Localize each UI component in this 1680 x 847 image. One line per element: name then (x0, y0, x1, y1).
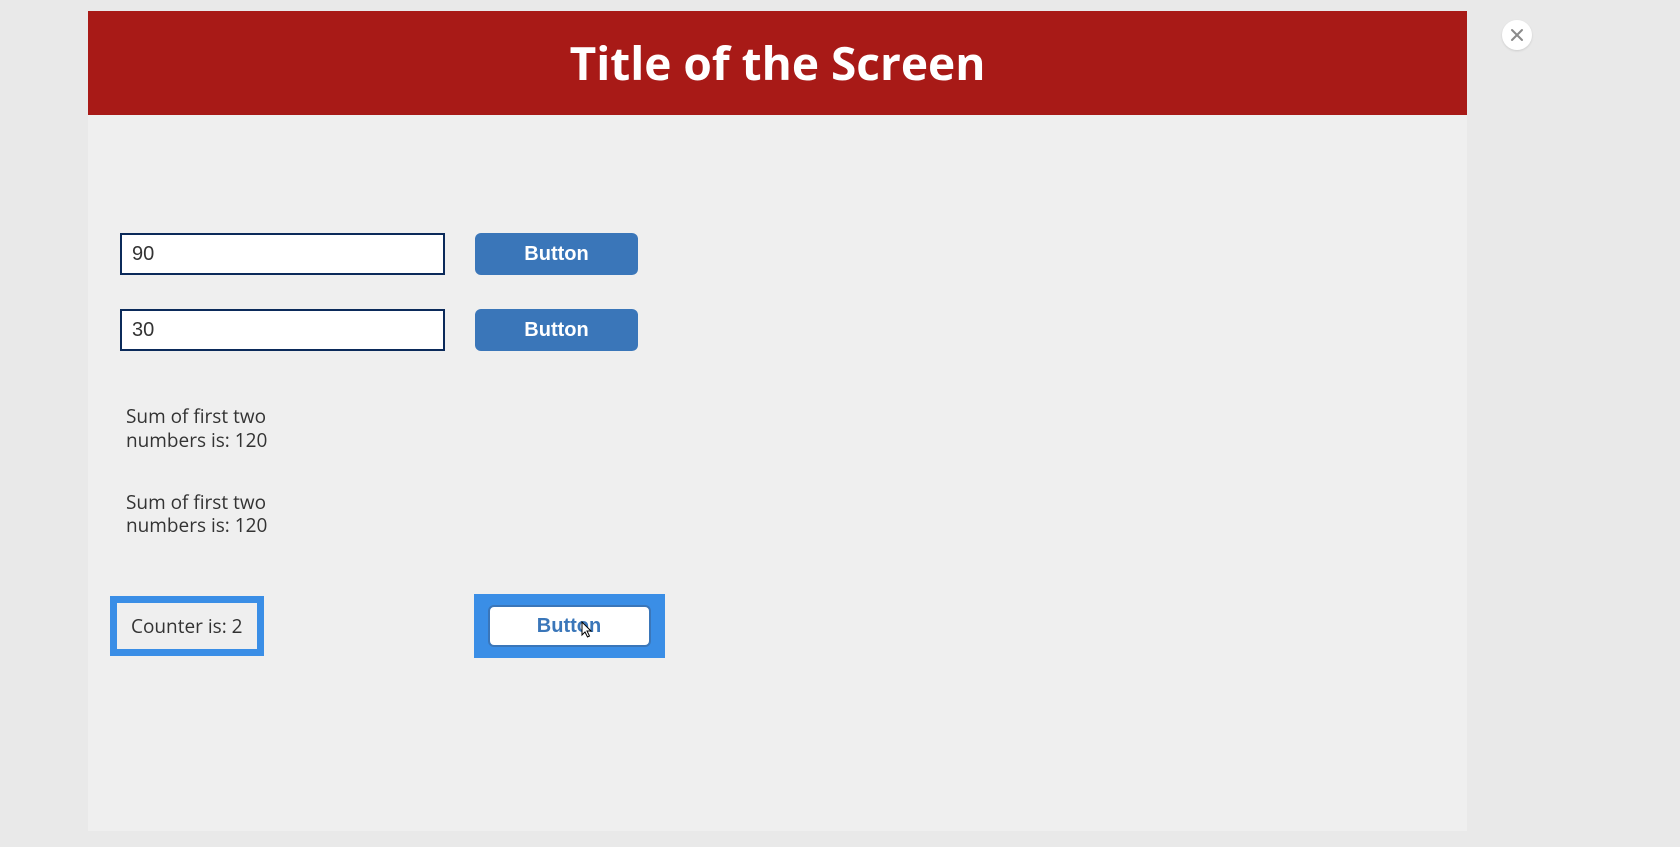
close-icon (1510, 28, 1524, 42)
number-input-1[interactable] (120, 233, 445, 275)
action-button-2[interactable]: Button (475, 309, 638, 351)
number-input-2[interactable] (120, 309, 445, 351)
page-title: Title of the Screen (570, 32, 986, 94)
bottom-row: Counter is: 2 Button (120, 594, 1435, 658)
action-button-1[interactable]: Button (475, 233, 638, 275)
input-row-1: Button (120, 233, 1435, 275)
content-area: Button Button Sum of first two numbers i… (88, 233, 1467, 658)
input-row-2: Button (120, 309, 1435, 351)
header-bar: Title of the Screen (88, 11, 1467, 115)
counter-display: Counter is: 2 (110, 596, 264, 656)
counter-button[interactable]: Button (488, 605, 651, 647)
sum-label-2: Sum of first two numbers is: 120 (126, 491, 286, 539)
sum-label-1: Sum of first two numbers is: 120 (126, 405, 286, 453)
highlighted-button-wrapper: Button (474, 594, 665, 658)
close-button[interactable] (1502, 20, 1532, 50)
modal-panel: Title of the Screen Button Button Sum of… (88, 11, 1467, 831)
